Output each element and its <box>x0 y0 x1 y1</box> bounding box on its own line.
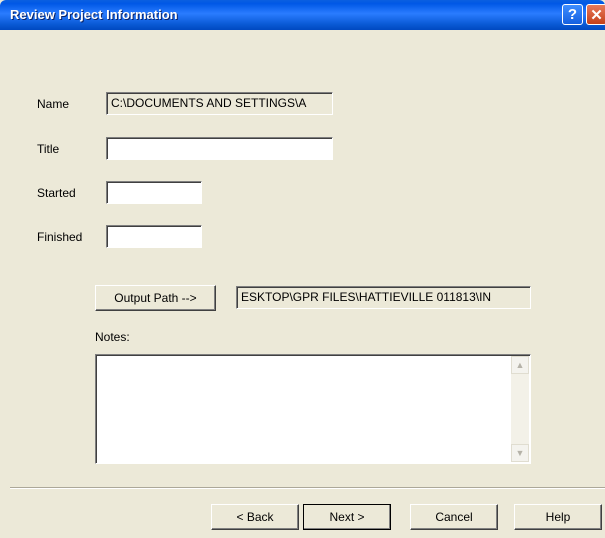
output-path-button[interactable]: Output Path --> <box>95 285 216 311</box>
help-icon[interactable]: ? <box>562 4 583 25</box>
started-label: Started <box>37 186 76 200</box>
started-field[interactable] <box>106 181 202 204</box>
notes-textarea[interactable]: ▲ ▼ <box>95 354 531 464</box>
cancel-button[interactable]: Cancel <box>410 504 498 530</box>
help-button[interactable]: Help <box>514 504 602 530</box>
title-field[interactable] <box>106 137 333 160</box>
finished-field[interactable] <box>106 225 202 248</box>
title-label: Title <box>37 142 60 156</box>
back-button[interactable]: < Back <box>211 504 299 530</box>
name-field[interactable]: C:\DOCUMENTS AND SETTINGS\A <box>106 92 333 115</box>
next-button[interactable]: Next > <box>303 504 391 530</box>
title-bar[interactable]: Review Project Information ? ✕ <box>0 0 605 30</box>
window-title: Review Project Information <box>10 7 178 22</box>
footer-divider <box>10 487 605 489</box>
scroll-down-icon[interactable]: ▼ <box>511 444 529 462</box>
finished-label: Finished <box>37 230 83 244</box>
scroll-up-icon[interactable]: ▲ <box>511 356 529 374</box>
output-path-field[interactable]: ESKTOP\GPR FILES\HATTIEVILLE 011813\IN <box>236 286 531 309</box>
notes-scrollbar[interactable]: ▲ ▼ <box>511 356 529 462</box>
close-icon[interactable]: ✕ <box>586 4 605 25</box>
notes-label: Notes: <box>95 330 130 344</box>
name-label: Name <box>37 97 70 111</box>
